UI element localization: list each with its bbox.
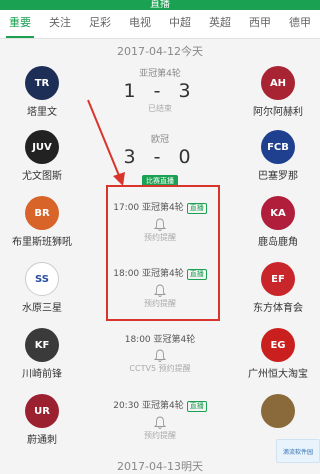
team-logo: BR	[25, 196, 59, 230]
match-time-round: 18:00 亚冠第4轮	[124, 335, 196, 345]
away-team: AH 阿尔阿赫利	[236, 66, 320, 118]
team-name: 尤文图斯	[22, 171, 62, 182]
team-name: 川崎前锋	[22, 369, 62, 380]
highlight-box	[106, 185, 220, 321]
live-tag: 直播	[186, 401, 207, 412]
tab-epl[interactable]: 英超	[200, 10, 240, 38]
match-status: 已结束	[148, 104, 172, 113]
reminder-label[interactable]: 预约提醒	[84, 430, 236, 441]
match-score: 3 - 0	[123, 146, 197, 168]
match-info: 欧冠 3 - 0 比赛直播	[84, 132, 236, 187]
home-team: SS 水原三星	[0, 262, 84, 314]
team-logo: SS	[25, 262, 59, 296]
team-logo: EG	[261, 328, 295, 362]
match-info: 20:30 亚冠第4轮 直播 预约提醒	[84, 398, 236, 441]
bell-icon[interactable]	[154, 416, 166, 429]
team-logo: UR	[25, 394, 59, 428]
tab-follow[interactable]: 关注	[40, 10, 80, 38]
match-round: 欧冠	[150, 135, 169, 145]
watermark-logo: 滴流软件园	[276, 439, 320, 463]
away-team: EG 广州恒大淘宝	[236, 328, 320, 380]
date-header: 2017-04-12今天	[117, 45, 203, 58]
team-logo: FCB	[261, 130, 295, 164]
tab-tv[interactable]: 电视	[120, 10, 160, 38]
away-team	[236, 394, 320, 428]
tab-lottery[interactable]: 足彩	[80, 10, 120, 38]
team-logo: AH	[261, 66, 295, 100]
team-name: 布里斯班狮吼	[12, 237, 72, 248]
match-row[interactable]: KF 川崎前锋 18:00 亚冠第4轮 CCTV5 预约提醒 EG 广州恒大淘宝	[0, 328, 320, 394]
match-score: 1 - 3	[123, 80, 197, 102]
match-round: 亚冠第4轮	[139, 69, 181, 79]
tab-important[interactable]: 重要	[0, 10, 40, 38]
team-name: 塔里文	[27, 107, 57, 118]
away-team: FCB 巴塞罗那	[236, 130, 320, 182]
reminder-label[interactable]: CCTV5 预约提醒	[84, 363, 236, 374]
team-name: 水原三星	[22, 303, 62, 314]
team-logo: JUV	[25, 130, 59, 164]
match-info: 18:00 亚冠第4轮 CCTV5 预约提醒	[84, 332, 236, 374]
team-name: 鹿岛鹿角	[258, 237, 298, 248]
category-tabs: 重要 关注 足彩 电视 中超 英超 西甲 德甲	[0, 10, 320, 39]
bell-icon[interactable]	[154, 349, 166, 362]
home-team: JUV 尤文图斯	[0, 130, 84, 182]
page-title: 直播	[150, 0, 170, 10]
match-row[interactable]: UR 蔚通刺 20:30 亚冠第4轮 直播 预约提醒	[0, 394, 320, 460]
home-team: BR 布里斯班狮吼	[0, 196, 84, 248]
team-logo: KA	[261, 196, 295, 230]
away-team: EF 东方体育会	[236, 262, 320, 314]
match-time-round: 20:30 亚冠第4轮 直播	[84, 398, 236, 412]
date-header: 2017-04-13明天	[117, 460, 203, 473]
team-name: 广州恒大淘宝	[248, 369, 308, 380]
tab-bundesliga[interactable]: 德甲	[280, 10, 320, 38]
team-logo	[261, 394, 295, 428]
match-row[interactable]: TR 塔里文 亚冠第4轮 1 - 3 已结束 AH 阿尔阿赫利	[0, 66, 320, 132]
home-team: TR 塔里文	[0, 66, 84, 118]
team-logo: KF	[25, 328, 59, 362]
team-name: 东方体育会	[253, 303, 303, 314]
tab-csl[interactable]: 中超	[160, 10, 200, 38]
top-bar: 直播	[0, 0, 320, 10]
team-name: 蔚通刺	[27, 435, 57, 446]
team-logo: TR	[25, 66, 59, 100]
team-name: 阿尔阿赫利	[253, 107, 303, 118]
tab-laliga[interactable]: 西甲	[240, 10, 280, 38]
team-logo: EF	[261, 262, 295, 296]
away-team: KA 鹿岛鹿角	[236, 196, 320, 248]
match-info: 亚冠第4轮 1 - 3 已结束	[84, 66, 236, 114]
team-name: 巴塞罗那	[258, 171, 298, 182]
home-team: UR 蔚通刺	[0, 394, 84, 446]
home-team: KF 川崎前锋	[0, 328, 84, 380]
